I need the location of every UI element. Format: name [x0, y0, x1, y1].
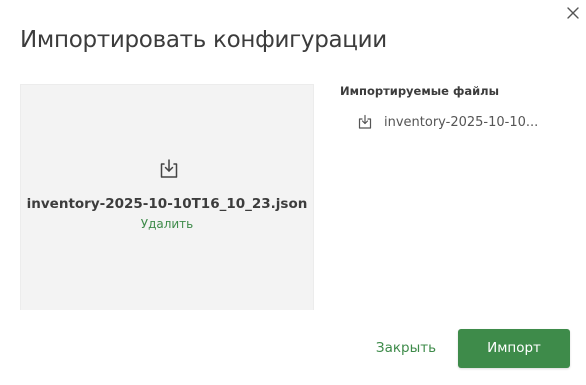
download-icon	[357, 114, 373, 130]
close-icon[interactable]	[566, 5, 580, 19]
imported-files-heading: Импортируемые файлы	[340, 84, 500, 98]
imported-file-item: inventory-2025-10-10...	[357, 114, 538, 130]
download-icon	[157, 157, 181, 181]
file-dropzone[interactable]: inventory-2025-10-10T16_10_23.json Удали…	[20, 84, 314, 310]
import-dialog: Импортировать конфигурации inventory-202…	[0, 0, 586, 385]
dropzone-filename: inventory-2025-10-10T16_10_23.json	[26, 196, 308, 212]
dialog-title: Импортировать конфигурации	[20, 27, 387, 53]
close-button[interactable]: Закрыть	[370, 340, 442, 356]
import-button[interactable]: Импорт	[458, 329, 570, 368]
remove-file-link[interactable]: Удалить	[21, 217, 313, 231]
imported-file-name: inventory-2025-10-10...	[384, 114, 539, 130]
